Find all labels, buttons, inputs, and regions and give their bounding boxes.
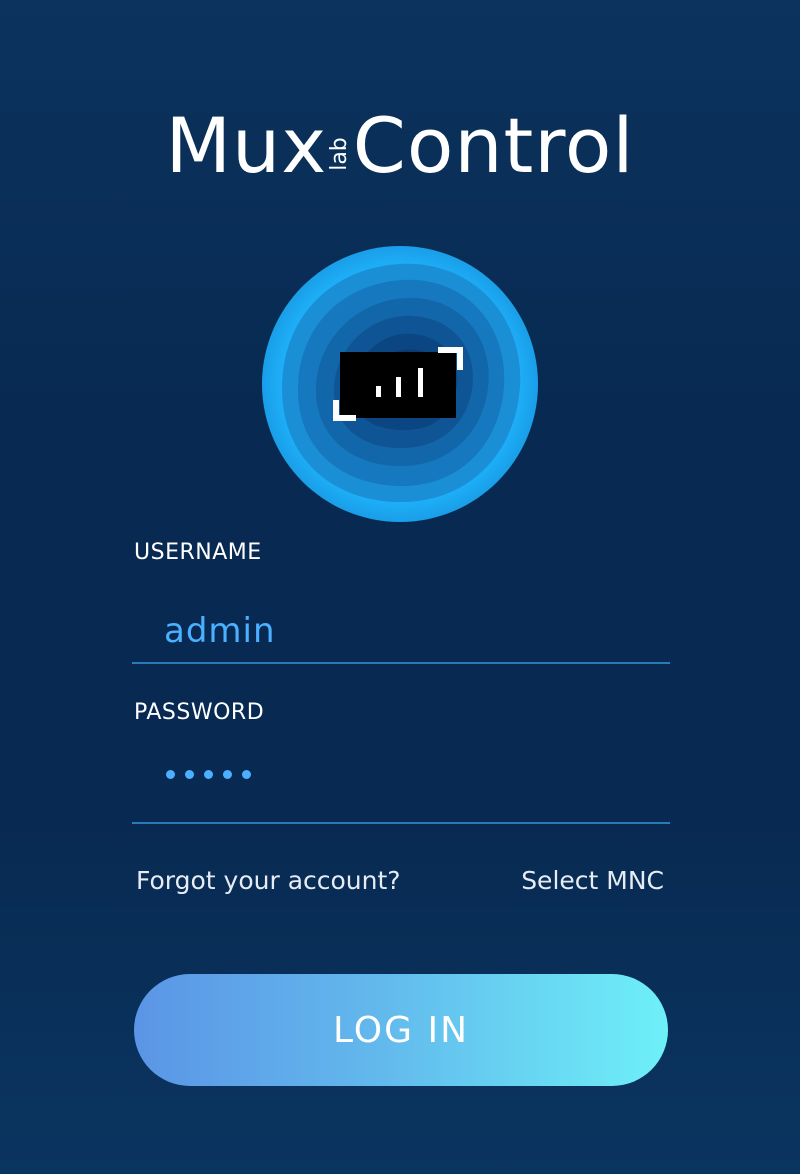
- login-button[interactable]: LOG IN: [134, 974, 668, 1086]
- forgot-account-link[interactable]: Forgot your account?: [136, 866, 401, 895]
- select-mnc-link[interactable]: Select MNC: [521, 866, 664, 895]
- brand-name-left: Mux: [165, 101, 328, 190]
- password-label: PASSWORD: [134, 700, 265, 725]
- password-dot: [223, 770, 232, 779]
- password-dot: [166, 770, 175, 779]
- password-mask: [166, 770, 251, 790]
- username-input[interactable]: [132, 600, 670, 664]
- brand-name-right: Control: [352, 101, 635, 190]
- signal-bars-icon: [262, 246, 538, 522]
- password-dot: [242, 770, 251, 779]
- password-dot: [185, 770, 194, 779]
- username-label: USERNAME: [134, 540, 262, 565]
- app-logo-wordmark: MuxlabControl: [0, 108, 800, 198]
- brand-name-small: lab: [326, 137, 352, 171]
- password-dot: [204, 770, 213, 779]
- app-logo-emblem: [262, 246, 538, 522]
